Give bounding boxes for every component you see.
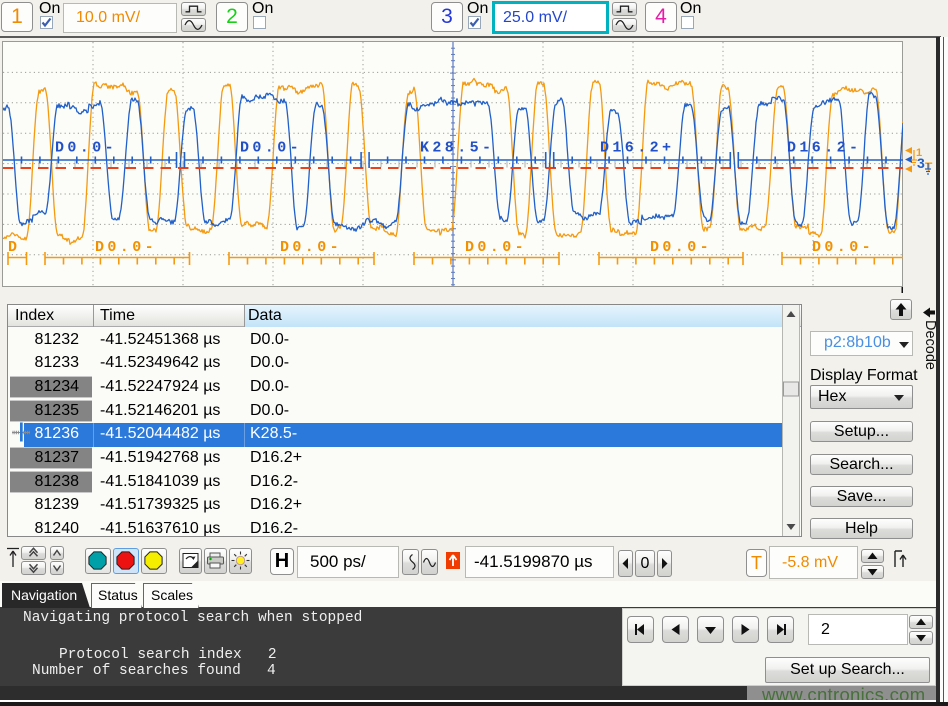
svg-text:3: 3 [917, 155, 925, 171]
